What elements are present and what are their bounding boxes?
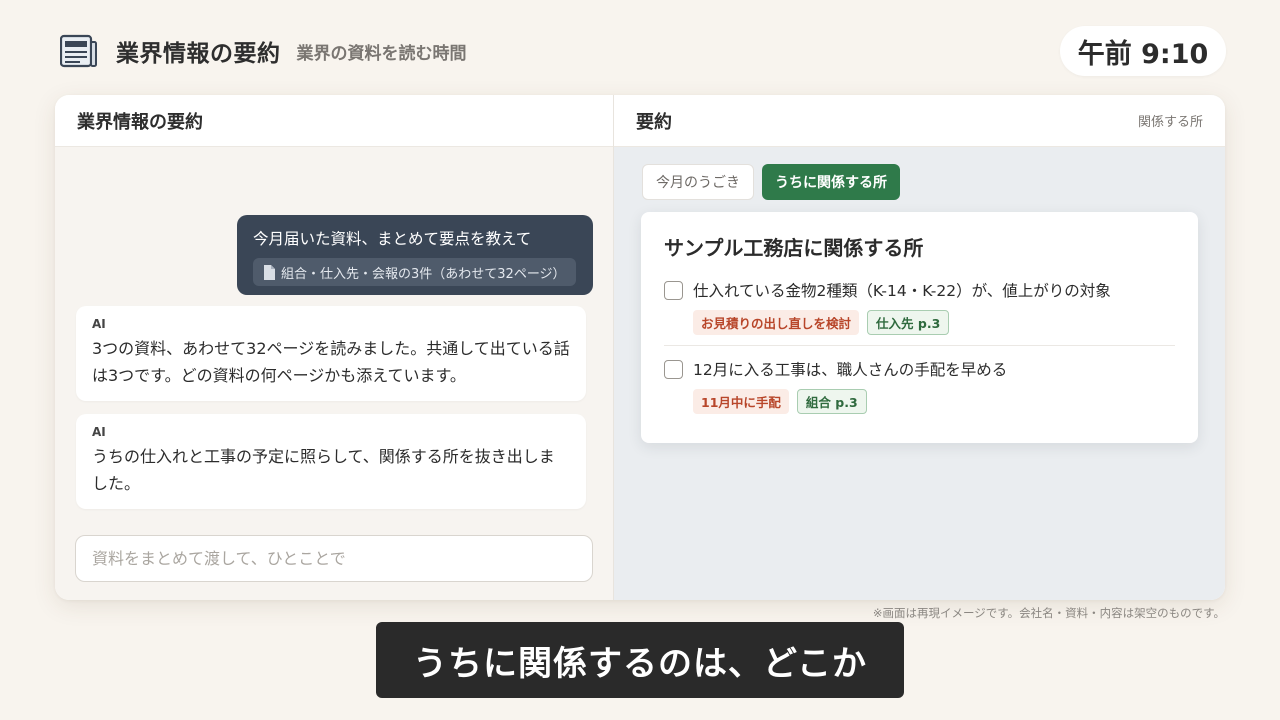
subtitle-caption: うちに関係するのは、どこか bbox=[376, 622, 904, 698]
disclaimer: ※画面は再現イメージです。会社名・資料・内容は架空のものです。 bbox=[872, 606, 1225, 620]
chat-panel-header: 業界情報の要約 bbox=[55, 95, 613, 147]
tag-row: 11月中に手配 組合 p.3 bbox=[693, 389, 1175, 414]
clock: 午前 9:10 bbox=[1060, 26, 1226, 76]
summary-panel: 要約 関係する所 今月のうごき うちに関係する所 サンプル工務店に関係する所 仕… bbox=[614, 95, 1225, 600]
chat-panel-title: 業界情報の要約 bbox=[77, 111, 203, 133]
summary-panel-title: 要約 bbox=[636, 111, 672, 133]
newspaper-icon bbox=[60, 34, 97, 68]
item-divider bbox=[664, 345, 1175, 346]
ai-sender-label: AI bbox=[92, 425, 106, 439]
summary-panel-aside: 関係する所 bbox=[1137, 115, 1203, 130]
item-text: 12月に入る工事は、職人さんの手配を早める bbox=[693, 361, 1008, 379]
ai-message-text: うちの仕入れと工事の予定に照らして、関係する所を抜き出しました。 bbox=[92, 447, 555, 493]
user-message-bubble: 今月届いた資料、まとめて要点を教えて 組合・仕入先・会報の3件（あわせて32ペー… bbox=[237, 215, 593, 295]
action-tag: 11月中に手配 bbox=[693, 389, 789, 414]
ai-message-text: 3つの資料、あわせて32ページを読みました。共通して出ている話は3つです。どの資… bbox=[92, 339, 570, 385]
tab-monthly-trends[interactable]: 今月のうごき bbox=[642, 164, 754, 200]
summary-panel-header: 要約 関係する所 bbox=[614, 95, 1225, 147]
item-body: 仕入れている金物2種類（K-14・K-22）が、値上がりの対象 お見積りの出し直… bbox=[693, 279, 1175, 335]
attachment-chip[interactable]: 組合・仕入先・会報の3件（あわせて32ページ） bbox=[253, 258, 576, 286]
action-tag: お見積りの出し直しを検討 bbox=[693, 310, 860, 335]
user-message-text: 今月届いた資料、まとめて要点を教えて bbox=[253, 230, 532, 248]
document-icon bbox=[264, 264, 275, 280]
app-subtitle: 業界の資料を読む時間 bbox=[296, 43, 467, 64]
ai-sender-label: AI bbox=[92, 317, 106, 331]
source-tag[interactable]: 組合 p.3 bbox=[796, 389, 867, 414]
item-text: 仕入れている金物2種類（K-14・K-22）が、値上がりの対象 bbox=[693, 282, 1111, 300]
summary-card-title: サンプル工務店に関係する所 bbox=[664, 236, 924, 260]
tab-relevant-to-us[interactable]: うちに関係する所 bbox=[762, 164, 900, 200]
ai-message-bubble: AI うちの仕入れと工事の予定に照らして、関係する所を抜き出しました。 bbox=[76, 414, 586, 509]
item-checkbox[interactable] bbox=[664, 281, 683, 300]
tag-row: お見積りの出し直しを検討 仕入先 p.3 bbox=[693, 310, 1175, 335]
attachment-label: 組合・仕入先・会報の3件（あわせて32ページ） bbox=[281, 266, 566, 282]
main-card: 業界情報の要約 今月届いた資料、まとめて要点を教えて 組合・仕入先・会報の3件（… bbox=[55, 95, 1225, 600]
item-checkbox[interactable] bbox=[664, 360, 683, 379]
app-title: 業界情報の要約 bbox=[116, 41, 281, 67]
chat-input[interactable] bbox=[75, 535, 593, 582]
summary-item: 仕入れている金物2種類（K-14・K-22）が、値上がりの対象 お見積りの出し直… bbox=[664, 279, 1175, 335]
summary-card: サンプル工務店に関係する所 仕入れている金物2種類（K-14・K-22）が、値上… bbox=[641, 212, 1198, 443]
app-header: 業界情報の要約 業界の資料を読む時間 bbox=[60, 30, 467, 72]
summary-item: 12月に入る工事は、職人さんの手配を早める 11月中に手配 組合 p.3 bbox=[664, 358, 1175, 414]
item-body: 12月に入る工事は、職人さんの手配を早める 11月中に手配 組合 p.3 bbox=[693, 358, 1175, 414]
chat-panel: 業界情報の要約 今月届いた資料、まとめて要点を教えて 組合・仕入先・会報の3件（… bbox=[55, 95, 614, 600]
source-tag[interactable]: 仕入先 p.3 bbox=[867, 310, 950, 335]
summary-tabs: 今月のうごき うちに関係する所 bbox=[642, 164, 900, 200]
ai-message-bubble: AI 3つの資料、あわせて32ページを読みました。共通して出ている話は3つです。… bbox=[76, 306, 586, 401]
